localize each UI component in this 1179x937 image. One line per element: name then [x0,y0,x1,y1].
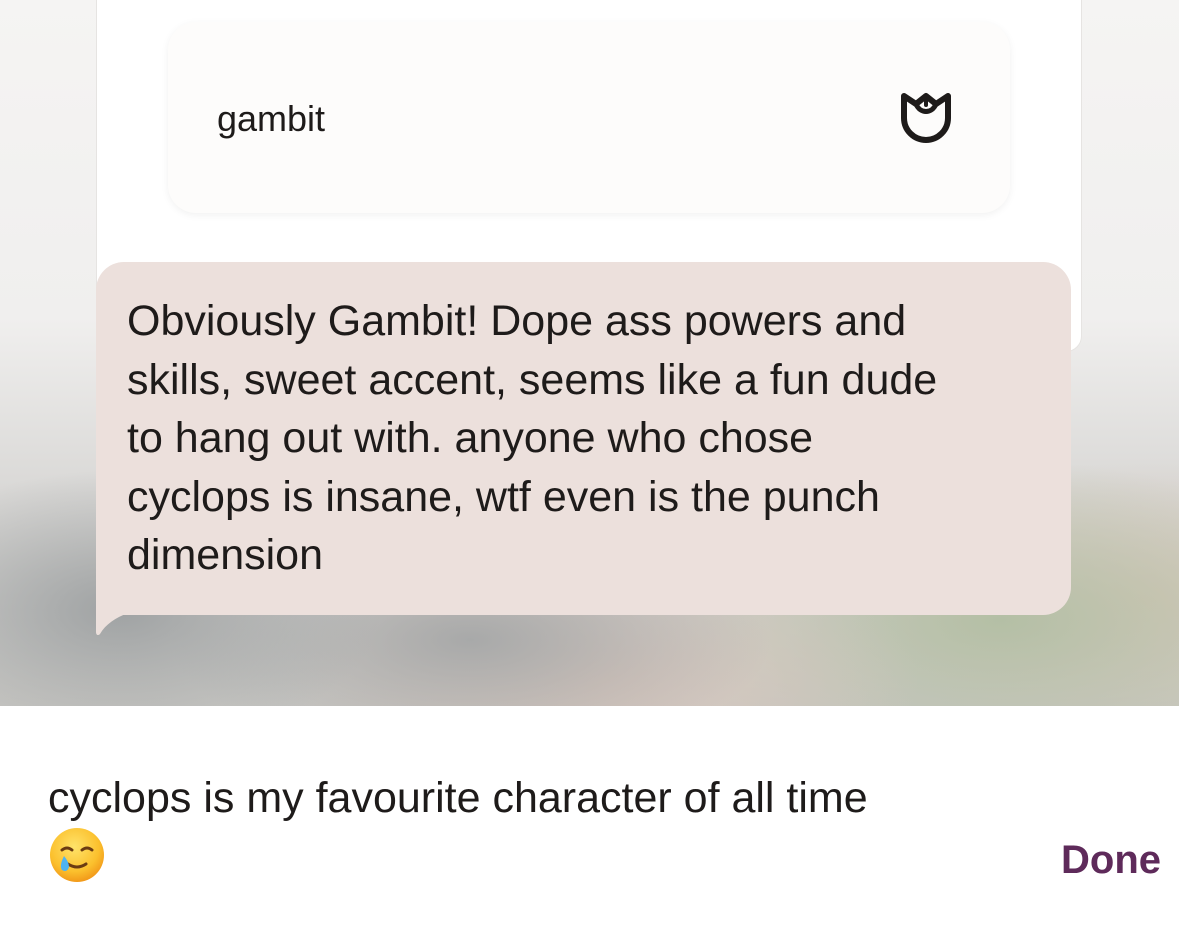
comment-bubble-tail [96,608,146,636]
smiling-face-with-tear-icon [50,828,104,882]
rose-icon[interactable] [896,88,956,148]
prompt-answer-chip[interactable]: gambit [168,22,1010,213]
reply-text-field[interactable]: cyclops is my favourite character of all… [48,770,1028,826]
prompt-answer-label: gambit [217,98,326,139]
comment-text: Obviously Gambit! Dope ass powers and sk… [127,297,938,579]
reply-input-area: cyclops is my favourite character of all… [0,706,1179,937]
comment-bubble: Obviously Gambit! Dope ass powers and sk… [96,262,1071,615]
done-button[interactable]: Done [1061,837,1161,883]
